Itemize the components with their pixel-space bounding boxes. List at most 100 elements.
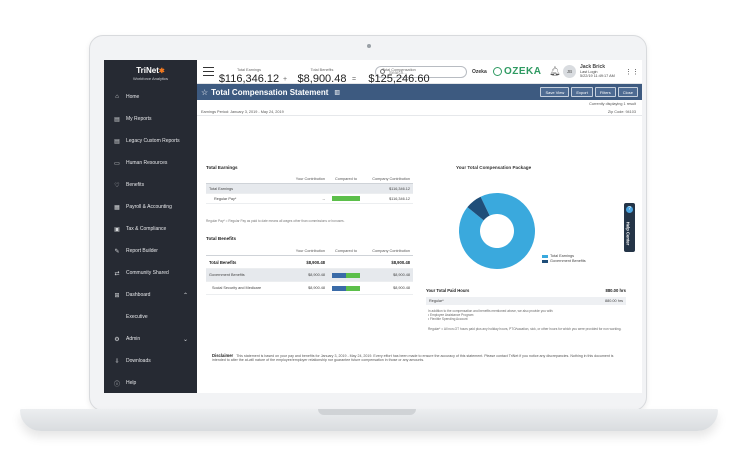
- table-row[interactable]: Government Benefits $8,900.48 $8,900.48: [206, 269, 413, 282]
- favorite-star-icon[interactable]: ☆: [201, 88, 208, 97]
- sidebar-item-downloads[interactable]: ⇩ Downloads: [104, 350, 197, 372]
- sidebar-item-label: Community Shared: [126, 270, 169, 276]
- total-compensation-value: $125,246.60: [368, 73, 430, 85]
- company-contribution: $8,900.48: [391, 259, 410, 265]
- sidebar-item-community-shared[interactable]: ⇄ Community Shared: [104, 262, 197, 284]
- earnings-section-title: Total Earnings: [206, 165, 238, 170]
- paid-hours-total: 880.00 hrs: [605, 288, 627, 293]
- table-row[interactable]: Social Security and Medicare $8,900.48 $…: [206, 282, 413, 295]
- sidebar-item-label: Help: [126, 380, 137, 386]
- title-actions: Save View Export Filters Close: [540, 87, 638, 97]
- comparison-bars: [332, 272, 360, 278]
- your-contribution: --: [322, 196, 325, 201]
- row-label: Social Security and Medicare: [212, 286, 262, 290]
- report-icon: ▤: [114, 138, 120, 145]
- sidebar-item-help[interactable]: ⓘ Help: [104, 372, 197, 393]
- sidebar-item-payroll[interactable]: ▦ Payroll & Accounting: [104, 196, 197, 218]
- brand-name: TriNet: [136, 66, 159, 75]
- heart-icon: ♡: [114, 182, 120, 189]
- sidebar-item-label: Human Resources: [126, 160, 168, 166]
- your-contribution: $8,900.48: [308, 273, 325, 277]
- sidebar-item-label: Tax & Compliance: [126, 226, 167, 232]
- close-button[interactable]: Close: [617, 87, 638, 97]
- help-center-tab[interactable]: ? Help Center: [624, 203, 635, 252]
- sidebar-item-report-builder[interactable]: ✎ Report Builder: [104, 240, 197, 262]
- chart-legend: Total Earnings Government Benefits: [542, 254, 586, 264]
- sidebar-item-executive[interactable]: Executive: [104, 306, 197, 328]
- paid-hours-title: Your Total Paid Hours 880.00 hrs: [426, 288, 626, 293]
- legend-item: Government Benefits: [542, 259, 586, 264]
- comparison-bar: [332, 196, 360, 201]
- share-icon: ⇄: [114, 270, 120, 277]
- table-row[interactable]: Total Benefits $8,900.48 $8,900.48: [206, 256, 413, 269]
- export-button[interactable]: Export: [571, 87, 593, 97]
- legend-label: Total Earnings: [550, 254, 575, 258]
- sidebar-item-label: Admin: [126, 336, 141, 342]
- table-row[interactable]: Total Earnings $116,346.12: [206, 184, 413, 194]
- sidebar-item-label: Downloads: [126, 358, 151, 364]
- earnings-table: Your Contribution Compared to Company Co…: [206, 175, 413, 204]
- brand-logo[interactable]: TriNet✱ Workforce Analytics: [104, 66, 197, 81]
- sidebar-item-legacy-reports[interactable]: ▤ Legacy Custom Reports: [104, 130, 197, 152]
- save-view-button[interactable]: Save View: [540, 87, 570, 97]
- legend-swatch: [542, 254, 548, 258]
- paid-hours-row-label: Regular*: [429, 299, 444, 303]
- column-header: Company Contribution: [372, 249, 410, 253]
- company-bar: [346, 272, 360, 278]
- legend-swatch: [542, 259, 548, 263]
- table-row[interactable]: Regular Pay* -- $116,346.12: [206, 194, 413, 204]
- star-icon: ✱: [158, 68, 165, 75]
- sidebar-item-home[interactable]: ⌂ Home: [104, 86, 197, 108]
- sidebar-item-label: My Reports: [126, 116, 152, 122]
- total-compensation-label: Total Compensation: [382, 68, 416, 72]
- equals-sign: =: [352, 76, 357, 83]
- sidebar-item-label: Executive: [126, 314, 148, 320]
- disclaimer-label: Disclaimer: [212, 353, 234, 358]
- apps-grid-icon[interactable]: ⋮⋮: [625, 68, 639, 76]
- avatar[interactable]: JB: [563, 65, 576, 78]
- company-contribution: $116,346.12: [389, 196, 410, 201]
- hamburger-menu-icon[interactable]: [203, 67, 214, 76]
- company-bar: [346, 285, 360, 291]
- help-icon: ?: [626, 206, 633, 213]
- sidebar-item-tax[interactable]: ▣ Tax & Compliance: [104, 218, 197, 240]
- row-label: Regular Pay*: [214, 196, 237, 201]
- column-header: Company Contribution: [372, 177, 410, 181]
- report-icon: ▤: [114, 116, 120, 123]
- sidebar-item-admin[interactable]: ⚙ Admin ⌄: [104, 328, 197, 350]
- builder-icon: ✎: [114, 248, 120, 255]
- row-label: Government Benefits: [209, 273, 245, 277]
- total-benefits-value: $8,900.48: [297, 73, 347, 85]
- chevron-up-icon[interactable]: ⌃: [183, 292, 188, 299]
- your-contribution: $8,900.48: [308, 286, 325, 290]
- your-contribution: $8,900.48: [306, 259, 325, 265]
- user-info[interactable]: Jack Brick Last Login 5/22/19 11:49:17 A…: [580, 65, 615, 79]
- bell-icon[interactable]: 🔔︎: [549, 66, 560, 77]
- row-label: Total Earnings: [209, 186, 234, 191]
- sidebar-item-human-resources[interactable]: ▭ Human Resources: [104, 152, 197, 174]
- paid-hours-row-value: 880.00 hrs: [605, 299, 623, 303]
- sidebar: TriNet✱ Workforce Analytics ⌂ Home ▤ My Re…: [104, 60, 197, 393]
- table-header: Your Contribution Compared to Company Co…: [206, 247, 413, 256]
- sidebar-item-dashboard[interactable]: ⊞ Dashboard ⌃: [104, 284, 197, 306]
- earnings-period: Earnings Period: January 3, 2019 - May 2…: [201, 110, 284, 114]
- filters-button[interactable]: Filters: [594, 87, 616, 97]
- brand-subtitle: Workforce Analytics: [132, 76, 169, 81]
- company-logo-text: OZEKA: [504, 66, 542, 77]
- report-meta: Currently displaying 1 result Earnings P…: [197, 100, 642, 116]
- sidebar-item-my-reports[interactable]: ▤ My Reports: [104, 108, 197, 130]
- payroll-icon: ▦: [114, 204, 120, 211]
- table-header: Your Contribution Compared to Company Co…: [206, 175, 413, 184]
- total-earnings: Total Earnings $116,346.12: [218, 68, 280, 85]
- chevron-down-icon[interactable]: ⌄: [183, 336, 188, 343]
- sidebar-item-benefits[interactable]: ♡ Benefits: [104, 174, 197, 196]
- sidebar-item-label: Dashboard: [126, 292, 151, 298]
- sidebar-item-label: Benefits: [126, 182, 145, 188]
- plus-sign: +: [283, 76, 288, 83]
- column-header: Compared to: [335, 177, 357, 181]
- comparison-cell: [328, 196, 364, 201]
- total-earnings-label: Total Earnings: [236, 68, 262, 72]
- download-icon: ⇩: [114, 358, 120, 365]
- sidebar-item-label: Home: [126, 94, 140, 100]
- total-benefits-label: Total Benefits: [310, 68, 334, 72]
